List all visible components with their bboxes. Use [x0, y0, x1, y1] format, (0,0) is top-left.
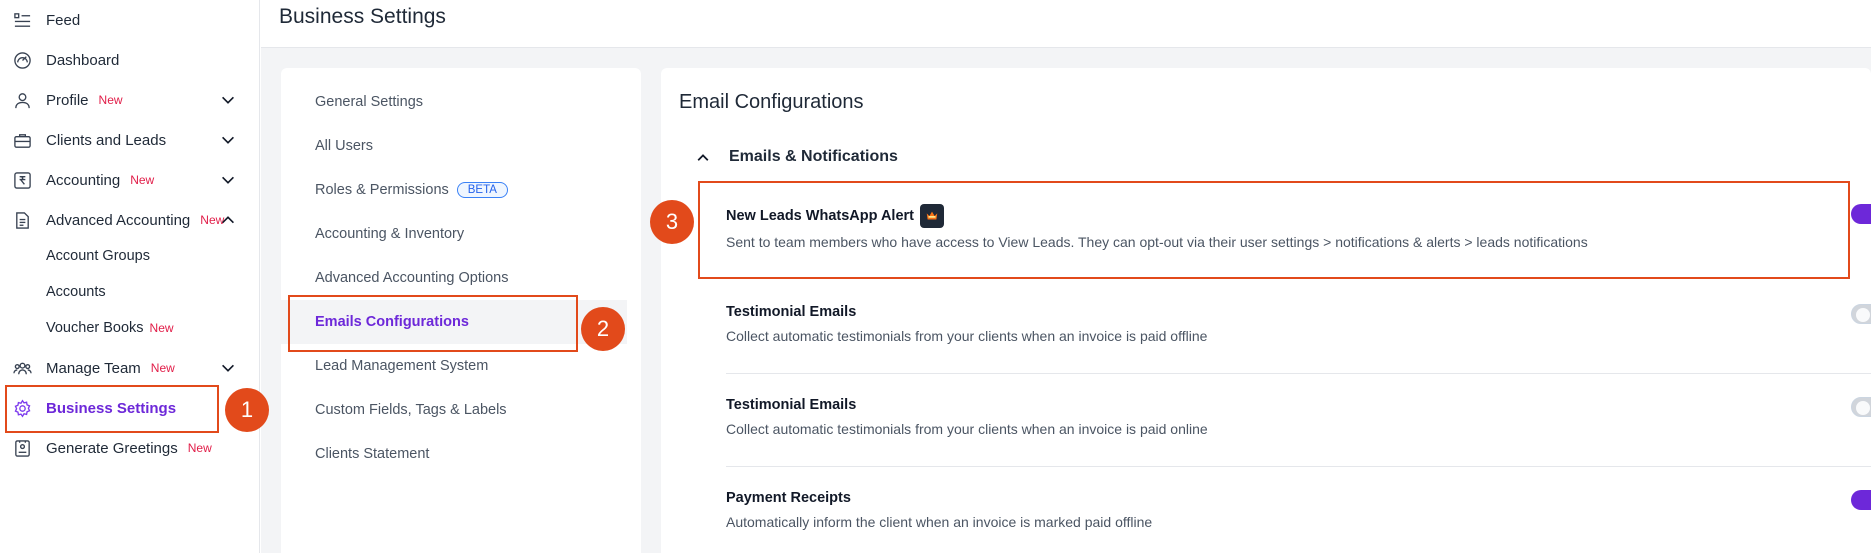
- chevron-down-icon[interactable]: [219, 91, 237, 109]
- new-badge: New: [149, 321, 174, 335]
- new-leads-whatsapp-alert-toggle[interactable]: [1851, 204, 1871, 224]
- setting-description: Automatically inform the client when an …: [726, 514, 1153, 530]
- sidebar-item-label: Profile: [46, 91, 89, 109]
- chevron-up-icon[interactable]: [219, 211, 237, 229]
- menu-item-general-settings[interactable]: General Settings: [281, 80, 627, 124]
- menu-item-custom-fields-tags-labels[interactable]: Custom Fields, Tags & Labels: [281, 388, 627, 432]
- menu-item-label: Roles & Permissions: [315, 182, 449, 198]
- menu-item-label: Clients Statement: [315, 446, 430, 462]
- highlight-box-step-1: [5, 385, 219, 433]
- row-divider: [726, 373, 1871, 374]
- sidebar-item-advanced-accounting[interactable]: Advanced Accounting New: [0, 202, 259, 238]
- email-configurations-panel: Email Configurations Emails & Notificati…: [661, 68, 1871, 553]
- chevron-down-icon[interactable]: [219, 171, 237, 189]
- payment-receipts-toggle[interactable]: [1851, 490, 1871, 510]
- chevron-down-icon[interactable]: [219, 131, 237, 149]
- chevron-up-icon: [697, 154, 709, 161]
- sidebar-item-accounts[interactable]: Accounts: [0, 274, 259, 310]
- testimonial-emails-offline-toggle[interactable]: [1851, 304, 1871, 324]
- testimonial-emails-online-toggle[interactable]: [1851, 397, 1871, 417]
- menu-item-advanced-accounting-options[interactable]: Advanced Accounting Options: [281, 256, 627, 300]
- sidebar-item-label: Feed: [46, 11, 81, 29]
- top-bar: Business Settings: [261, 0, 1871, 48]
- sidebar-item-label: Accounts: [46, 284, 106, 300]
- sidebar-item-label: Accounting: [46, 171, 121, 189]
- sidebar-item-profile[interactable]: Profile New: [0, 82, 259, 118]
- sidebar-item-feed[interactable]: Feed: [0, 2, 259, 38]
- sidebar-item-label: Voucher Books: [46, 320, 144, 336]
- emails-notifications-group-toggle[interactable]: Emails & Notifications: [695, 148, 898, 166]
- greeting-card-icon: [12, 438, 32, 458]
- setting-title: Testimonial Emails: [726, 304, 857, 320]
- sidebar-item-manage-team[interactable]: Manage Team New: [0, 350, 259, 386]
- menu-item-accounting-inventory[interactable]: Accounting & Inventory: [281, 212, 627, 256]
- setting-title: Testimonial Emails: [726, 397, 857, 413]
- sidebar-item-label: Clients and Leads: [46, 131, 167, 149]
- menu-item-all-users[interactable]: All Users: [281, 124, 627, 168]
- menu-item-roles-permissions[interactable]: Roles & Permissions BETA: [281, 168, 627, 212]
- sidebar-item-label: Account Groups: [46, 248, 150, 264]
- new-badge: New: [98, 93, 123, 107]
- briefcase-icon: [12, 130, 32, 150]
- menu-item-label: General Settings: [315, 94, 424, 110]
- rupee-icon: [12, 170, 32, 190]
- sidebar-item-label: Generate Greetings: [46, 439, 178, 457]
- toggle-knob: [1856, 401, 1870, 415]
- group-title: Emails & Notifications: [729, 148, 898, 165]
- gauge-icon: [12, 50, 32, 70]
- menu-item-label: Lead Management System: [315, 358, 489, 374]
- highlight-box-step-2: [288, 295, 578, 352]
- menu-item-label: All Users: [315, 138, 374, 154]
- step-badge-2: 2: [581, 307, 625, 351]
- sidebar-item-dashboard[interactable]: Dashboard: [0, 42, 259, 78]
- highlight-box-step-3: [698, 181, 1850, 279]
- sidebar-item-generate-greetings[interactable]: Generate Greetings New: [0, 430, 259, 466]
- sidebar-item-account-groups[interactable]: Account Groups: [0, 238, 259, 274]
- sidebar-item-label: Advanced Accounting: [46, 211, 191, 229]
- toggle-knob: [1856, 308, 1870, 322]
- sidebar-item-label: Manage Team: [46, 359, 141, 377]
- user-icon: [12, 90, 32, 110]
- list-icon: [12, 10, 32, 30]
- step-badge-1: 1: [225, 388, 269, 432]
- setting-row-testimonial-emails-offline: Testimonial Emails Collect automatic tes…: [726, 304, 1871, 382]
- beta-badge: BETA: [456, 182, 508, 198]
- new-badge: New: [130, 173, 155, 187]
- chevron-down-icon[interactable]: [219, 359, 237, 377]
- setting-row-testimonial-emails-online: Testimonial Emails Collect automatic tes…: [726, 397, 1871, 475]
- menu-item-clients-statement[interactable]: Clients Statement: [281, 432, 627, 476]
- document-icon: [12, 210, 32, 230]
- new-badge: New: [187, 441, 212, 455]
- sidebar: Feed Dashboard Profile New Clients and L…: [0, 0, 260, 553]
- sidebar-item-voucher-books[interactable]: Voucher Books New: [0, 310, 259, 346]
- setting-description: Collect automatic testimonials from your…: [726, 328, 1208, 344]
- setting-title: Payment Receipts: [726, 490, 851, 506]
- new-badge: New: [150, 361, 175, 375]
- menu-item-label: Accounting & Inventory: [315, 226, 465, 242]
- setting-description: Collect automatic testimonials from your…: [726, 421, 1208, 437]
- sidebar-item-clients-and-leads[interactable]: Clients and Leads: [0, 122, 259, 158]
- sidebar-item-accounting[interactable]: Accounting New: [0, 162, 259, 198]
- team-icon: [12, 358, 32, 378]
- row-divider: [726, 466, 1871, 467]
- step-badge-3: 3: [650, 200, 694, 244]
- menu-item-label: Custom Fields, Tags & Labels: [315, 402, 507, 418]
- sidebar-item-label: Dashboard: [46, 51, 120, 69]
- section-title: Email Configurations: [679, 91, 864, 113]
- setting-row-payment-receipts: Payment Receipts Automatically inform th…: [726, 490, 1871, 553]
- page-title: Business Settings: [279, 5, 446, 28]
- menu-item-label: Advanced Accounting Options: [315, 270, 509, 286]
